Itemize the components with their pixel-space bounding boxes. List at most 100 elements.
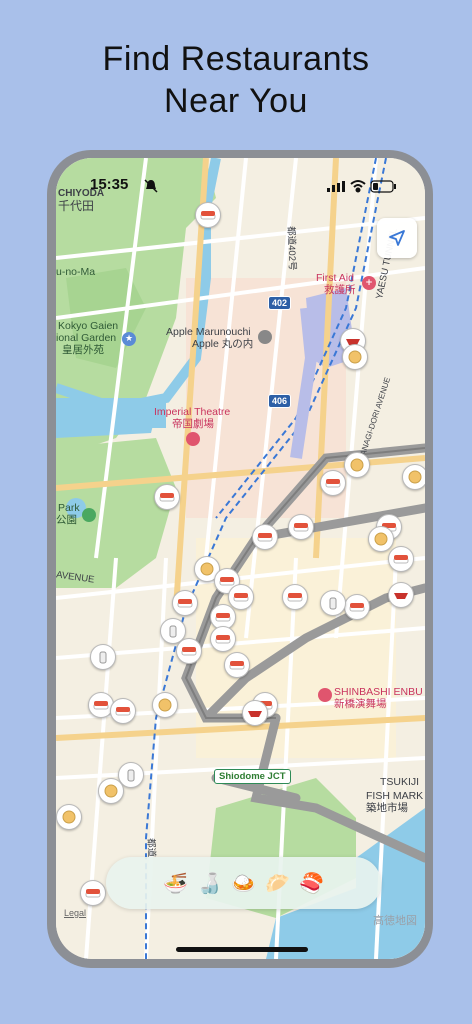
category-curry[interactable]: 🍛 [229,868,259,898]
sake-icon [169,625,177,638]
sushi-icon [115,707,131,716]
label-kokyo-2: ional Garden [56,332,117,344]
phone-screen: CHIYODA 千代田 u-no-Ma Kokyo Gaien ional Ga… [56,158,425,959]
sushi-icon [177,599,193,608]
sushi-icon [159,493,175,502]
park-poi-icon[interactable] [82,508,96,522]
garden-poi-icon[interactable]: ★ [122,332,136,346]
junction-label: Shiodome JCT [214,769,291,784]
gyoza-icon [104,784,118,798]
category-sake[interactable]: 🍶 [195,868,225,898]
restaurant-pin[interactable] [288,514,314,540]
sushi-icon [200,211,216,220]
sake-icon [99,651,107,664]
sushi-icon [181,647,197,656]
restaurant-pin[interactable] [90,644,116,670]
sake-icon [329,597,337,610]
category-sushi[interactable]: 🍣 [297,868,327,898]
sushi-icon [215,635,231,644]
restaurant-pin[interactable] [80,880,106,906]
label-shinbashi-jp: 新橋演舞場 [334,698,387,710]
label-apple: Apple Marunouchi [166,326,251,338]
label-tsukiji-2: FISH MARK [366,790,424,802]
restaurant-pin[interactable] [172,590,198,616]
restaurant-pin[interactable] [282,584,308,610]
gyoza-icon [408,470,422,484]
sushi-icon [257,533,273,542]
restaurant-pin[interactable] [228,584,254,610]
restaurant-pin[interactable] [195,202,221,228]
route-shield-402: 402 [268,296,292,310]
restaurant-pin[interactable] [344,594,370,620]
restaurant-pin[interactable] [388,546,414,572]
restaurant-pin[interactable] [210,626,236,652]
label-tsukiji: TSUKIJI [380,776,420,788]
restaurant-pin[interactable] [176,638,202,664]
headline-line2: Near You [164,82,308,120]
ramen-icon [394,593,408,599]
legal-link[interactable]: Legal [64,908,86,918]
apple-store-icon[interactable] [258,330,272,344]
sushi-icon [85,889,101,898]
headline: Find Restaurants Near You [0,38,472,122]
category-gyoza[interactable]: 🥟 [263,868,293,898]
sushi-icon [349,603,365,612]
label-kokyo: Kokyo Gaien [58,320,119,332]
gyoza-icon [350,458,364,472]
label-tsukiji-jp: 築地市場 [366,802,408,814]
restaurant-pin[interactable] [152,692,178,718]
status-time: 15:35 [90,176,129,193]
gyoza-icon: 🥟 [265,871,290,895]
first-aid-icon[interactable]: + [362,276,376,290]
silent-mode-icon [144,178,158,197]
restaurant-pin[interactable] [98,778,124,804]
restaurant-pin[interactable] [368,526,394,552]
locate-me-button[interactable] [377,218,417,258]
restaurant-pin[interactable] [344,452,370,478]
theatre-poi-icon[interactable] [186,432,200,446]
sushi-icon [393,555,409,564]
sushi-icon [93,701,109,710]
label-park: Park [58,502,80,514]
location-arrow-icon [389,230,405,246]
sushi-icon [215,613,231,622]
restaurant-pin[interactable] [252,524,278,550]
restaurant-pin[interactable] [56,804,82,830]
sake-icon: 🍶 [197,871,222,895]
label-first-aid-jp: 救護所 [324,284,356,296]
label-shinbashi: SHINBASHI ENBU [334,686,423,698]
gyoza-icon [348,350,362,364]
sushi-icon [293,523,309,532]
restaurant-pin[interactable] [224,652,250,678]
sushi-icon [325,479,341,488]
route-shield-406: 406 [268,394,292,408]
sushi-icon [287,593,303,602]
restaurant-pin[interactable] [110,698,136,724]
sushi-icon [229,661,245,670]
restaurant-pin[interactable] [320,470,346,496]
restaurant-pin[interactable] [320,590,346,616]
label-route-bottom: 都道 [145,838,157,858]
shinbashi-poi-icon[interactable] [318,688,332,702]
sushi-icon [233,593,249,602]
ramen-icon [248,711,262,717]
cellular-signal-icon [327,181,345,192]
category-filter-bar: 🍜 🍶 🍛 🥟 🍣 [106,857,381,909]
restaurant-pin[interactable] [342,344,368,370]
label-apple-jp: Apple 丸の内 [192,338,254,350]
restaurant-pin[interactable] [154,484,180,510]
label-park-jp: 公園 [56,514,77,526]
label-route-402: 都道402号 [285,226,298,271]
curry-icon: 🍛 [231,871,256,895]
gyoza-icon [200,562,214,576]
sushi-icon [219,577,235,586]
restaurant-pin[interactable] [242,700,268,726]
home-indicator[interactable] [176,947,308,952]
sushi-icon: 🍣 [299,871,324,895]
map-brand: 高徳地図 [373,915,417,927]
restaurant-pin[interactable] [402,464,425,490]
gyoza-icon [158,698,172,712]
sake-icon [127,769,135,782]
category-ramen[interactable]: 🍜 [161,868,191,898]
restaurant-pin[interactable] [388,582,414,608]
